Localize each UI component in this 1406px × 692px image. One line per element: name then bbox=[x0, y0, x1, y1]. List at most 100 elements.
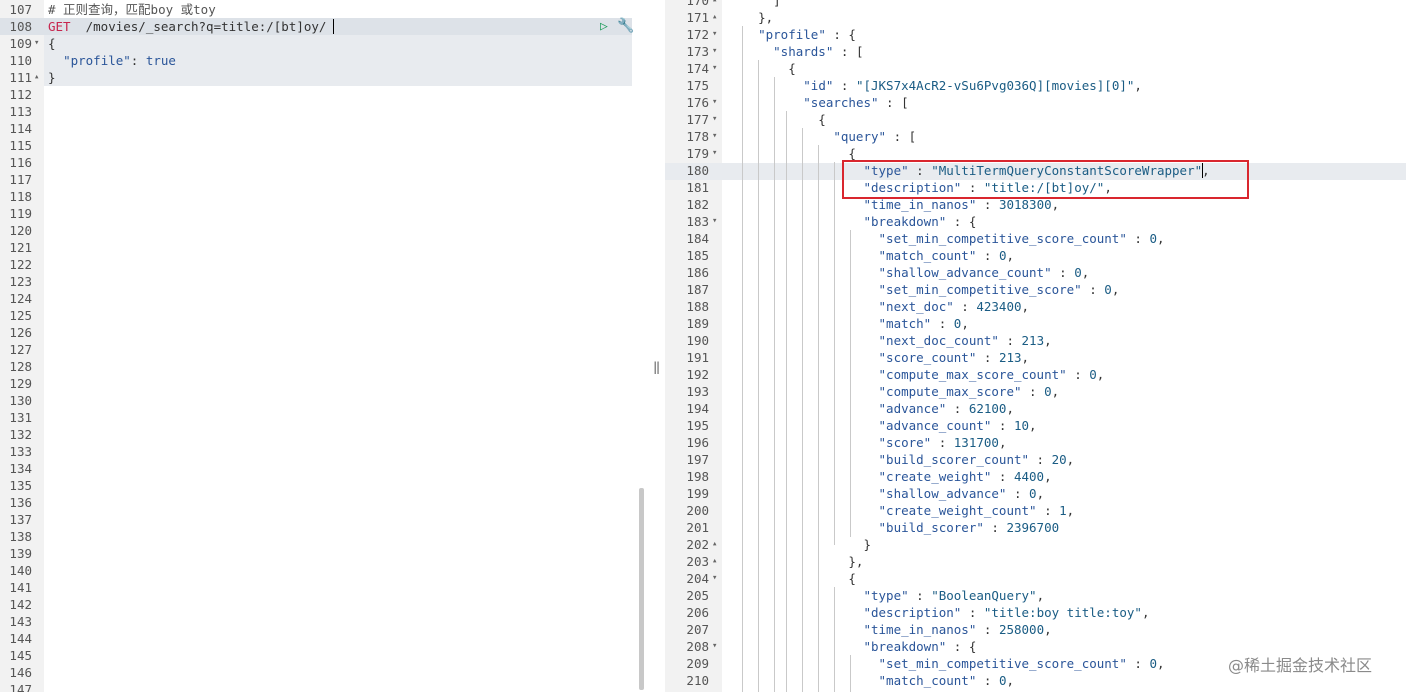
code-line[interactable]: 175 "id" : "[JKS7x4AcR2-vSu6Pvg036Q][mov… bbox=[665, 77, 1406, 94]
code-line[interactable]: 200 "create_weight_count" : 1, bbox=[665, 502, 1406, 519]
code-line[interactable]: 146 bbox=[0, 664, 646, 681]
drag-handle-icon[interactable]: ‖ bbox=[653, 360, 660, 374]
code-line[interactable]: 126 bbox=[0, 324, 646, 341]
code-line[interactable]: 142 bbox=[0, 596, 646, 613]
code-line[interactable]: 141 bbox=[0, 579, 646, 596]
fold-expand-icon[interactable]: ▴ bbox=[712, 536, 717, 553]
request-editor[interactable]: 107 # 正则查询，匹配boy 或toy 108 GET /movies/_sear… bbox=[0, 0, 646, 692]
code-line[interactable]: 177 ▾ { bbox=[665, 111, 1406, 128]
fold-expand-icon[interactable]: ▴ bbox=[712, 0, 717, 9]
code-line[interactable]: 204 ▾ { bbox=[665, 570, 1406, 587]
fold-collapse-icon[interactable]: ▾ bbox=[712, 111, 717, 128]
code-line[interactable]: 205 "type" : "BooleanQuery", bbox=[665, 587, 1406, 604]
code-line[interactable]: 121 bbox=[0, 239, 646, 256]
code-line[interactable]: 207 "time_in_nanos" : 258000, bbox=[665, 621, 1406, 638]
fold-expand-icon[interactable]: ▴ bbox=[712, 553, 717, 570]
code-line[interactable]: 172 ▾ "profile" : { bbox=[665, 26, 1406, 43]
code-line[interactable]: 119 bbox=[0, 205, 646, 222]
code-line[interactable]: 147 bbox=[0, 681, 646, 692]
code-line[interactable]: 145 bbox=[0, 647, 646, 664]
code-line[interactable]: 132 bbox=[0, 426, 646, 443]
code-line[interactable]: 127 bbox=[0, 341, 646, 358]
code-line[interactable]: 118 bbox=[0, 188, 646, 205]
code-line[interactable]: 137 bbox=[0, 511, 646, 528]
code-token: : bbox=[991, 418, 1014, 433]
code-line[interactable]: 184 "set_min_competitive_score_count" : … bbox=[665, 230, 1406, 247]
code-line[interactable]: 197 "build_scorer_count" : 20, bbox=[665, 451, 1406, 468]
code-line[interactable]: 124 bbox=[0, 290, 646, 307]
code-line[interactable]: 206 "description" : "title:boy title:toy… bbox=[665, 604, 1406, 621]
code-line[interactable]: 130 bbox=[0, 392, 646, 409]
code-line[interactable]: 178 ▾ "query" : [ bbox=[665, 128, 1406, 145]
fold-collapse-icon[interactable]: ▾ bbox=[712, 43, 717, 60]
code-line[interactable]: 115 bbox=[0, 137, 646, 154]
code-line[interactable]: 128 bbox=[0, 358, 646, 375]
code-line[interactable]: 171 ▴ }, bbox=[665, 9, 1406, 26]
code-line[interactable]: 195 "advance_count" : 10, bbox=[665, 417, 1406, 434]
code-line[interactable]: 193 "compute_max_score" : 0, bbox=[665, 383, 1406, 400]
code-line[interactable]: 111 ▴} bbox=[0, 69, 646, 86]
fold-expand-icon[interactable]: ▴ bbox=[34, 69, 39, 86]
fold-collapse-icon[interactable]: ▾ bbox=[712, 145, 717, 162]
code-line[interactable]: 186 "shallow_advance_count" : 0, bbox=[665, 264, 1406, 281]
code-line[interactable]: 190 "next_doc_count" : 213, bbox=[665, 332, 1406, 349]
code-line[interactable]: 144 bbox=[0, 630, 646, 647]
code-line[interactable]: 138 bbox=[0, 528, 646, 545]
fold-collapse-icon[interactable]: ▾ bbox=[712, 128, 717, 145]
code-line[interactable]: 198 "create_weight" : 4400, bbox=[665, 468, 1406, 485]
code-line[interactable]: 120 bbox=[0, 222, 646, 239]
code-line[interactable]: 139 bbox=[0, 545, 646, 562]
code-line[interactable]: 194 "advance" : 62100, bbox=[665, 400, 1406, 417]
code-line[interactable]: 192 "compute_max_score_count" : 0, bbox=[665, 366, 1406, 383]
code-line[interactable]: 135 bbox=[0, 477, 646, 494]
code-line[interactable]: 109 ▾ { bbox=[0, 35, 646, 52]
code-line[interactable]: 203 ▴ }, bbox=[665, 553, 1406, 570]
code-line[interactable]: 133 bbox=[0, 443, 646, 460]
code-line[interactable]: 107 # 正则查询，匹配boy 或toy bbox=[0, 1, 646, 18]
code-line[interactable]: 116 bbox=[0, 154, 646, 171]
fold-collapse-icon[interactable]: ▾ bbox=[712, 570, 717, 587]
code-line[interactable]: 196 "score" : 131700, bbox=[665, 434, 1406, 451]
code-line[interactable]: 112 bbox=[0, 86, 646, 103]
fold-collapse-icon[interactable]: ▾ bbox=[712, 26, 717, 43]
code-line[interactable]: 143 bbox=[0, 613, 646, 630]
fold-collapse-icon[interactable]: ▾ bbox=[712, 60, 717, 77]
run-request-icon[interactable]: ▷ bbox=[600, 19, 608, 34]
fold-collapse-icon[interactable]: ▾ bbox=[34, 35, 39, 52]
code-line[interactable]: 125 bbox=[0, 307, 646, 324]
code-line[interactable]: 129 bbox=[0, 375, 646, 392]
code-line[interactable]: 110 "profile": true bbox=[0, 52, 646, 69]
code-line[interactable]: 174 ▾ { bbox=[665, 60, 1406, 77]
code-line[interactable]: 131 bbox=[0, 409, 646, 426]
code-line[interactable]: 187 "set_min_competitive_score" : 0, bbox=[665, 281, 1406, 298]
code-line[interactable]: 199 "shallow_advance" : 0, bbox=[665, 485, 1406, 502]
code-line[interactable]: 170 ▴ ] bbox=[665, 0, 1406, 9]
code-line[interactable]: 122 bbox=[0, 256, 646, 273]
code-line[interactable]: 176 ▾ "searches" : [ bbox=[665, 94, 1406, 111]
code-line[interactable]: 140 bbox=[0, 562, 646, 579]
code-line[interactable]: 202 ▴ } bbox=[665, 536, 1406, 553]
fold-collapse-icon[interactable]: ▾ bbox=[712, 94, 717, 111]
code-line[interactable]: 183 ▾ "breakdown" : { bbox=[665, 213, 1406, 230]
request-scrollbar[interactable] bbox=[639, 488, 644, 690]
code-line[interactable]: 108 GET /movies/_search?q=title:/[bt]oy/ bbox=[0, 18, 646, 35]
code-line[interactable]: 113 bbox=[0, 103, 646, 120]
code-line[interactable]: 173 ▾ "shards" : [ bbox=[665, 43, 1406, 60]
code-line[interactable]: 114 bbox=[0, 120, 646, 137]
code-line[interactable]: 191 "score_count" : 213, bbox=[665, 349, 1406, 366]
code-line[interactable]: 136 bbox=[0, 494, 646, 511]
code-line[interactable]: 188 "next_doc" : 423400, bbox=[665, 298, 1406, 315]
pane-divider[interactable] bbox=[646, 0, 665, 692]
code-line[interactable]: 185 "match_count" : 0, bbox=[665, 247, 1406, 264]
fold-expand-icon[interactable]: ▴ bbox=[712, 9, 717, 26]
wrench-settings-icon[interactable]: 🔧 bbox=[617, 18, 634, 34]
fold-collapse-icon[interactable]: ▾ bbox=[712, 213, 717, 230]
code-line[interactable]: 201 "build_scorer" : 2396700 bbox=[665, 519, 1406, 536]
code-line[interactable]: 123 bbox=[0, 273, 646, 290]
code-line[interactable]: 189 "match" : 0, bbox=[665, 315, 1406, 332]
code-line[interactable]: 117 bbox=[0, 171, 646, 188]
fold-collapse-icon[interactable]: ▾ bbox=[712, 638, 717, 655]
code-line[interactable]: 134 bbox=[0, 460, 646, 477]
response-viewer[interactable]: 170 ▴ ] 171 ▴ }, 172 ▾ "profile" : {173 ▾ "sha… bbox=[665, 0, 1406, 692]
